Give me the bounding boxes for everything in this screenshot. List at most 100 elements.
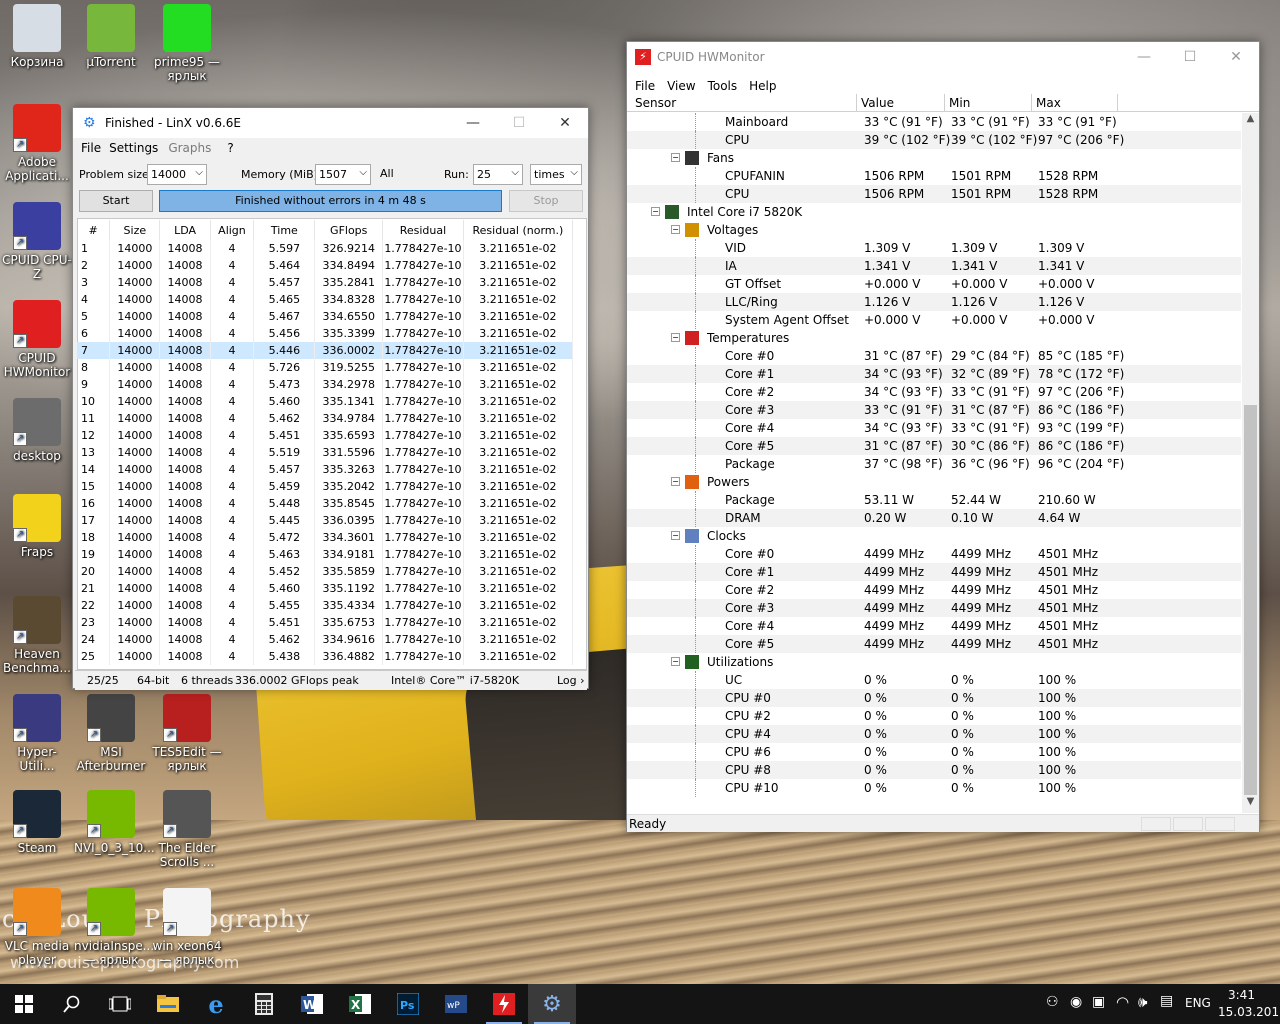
table-row[interactable]: 18 14000 14008 4 5.472 334.3601 1.778427e-10 3.… [77, 529, 574, 546]
excel-icon[interactable]: X [336, 984, 384, 1024]
close-button[interactable]: ✕ [1213, 42, 1259, 72]
sensor-row[interactable]: Core #5 4499 MHz 4499 MHz 4501 MHz [627, 635, 1241, 653]
run-unit-select[interactable]: times ⌵ [530, 164, 582, 185]
collapse-toggle-icon[interactable]: − [651, 207, 660, 216]
table-row[interactable]: 2 14000 14008 4 5.464 334.8494 1.778427e-10 3.2… [77, 257, 574, 274]
sensor-row[interactable]: CPU #0 0 % 0 % 100 % [627, 689, 1241, 707]
column-header[interactable]: # [77, 220, 111, 240]
desktop-icon-folder[interactable]: ↗ desktop [0, 398, 74, 463]
column-header[interactable]: Time [253, 220, 316, 240]
table-row[interactable]: 1 14000 14008 4 5.597 326.9214 1.778427e-10 3.2… [77, 240, 574, 257]
desktop-icon-utorrent[interactable]: µTorrent [74, 4, 148, 69]
menu-graphs[interactable]: Graphs [166, 141, 219, 155]
sensor-row[interactable]: Package 53.11 W 52.44 W 210.60 W [627, 491, 1241, 509]
table-row[interactable]: 13 14000 14008 4 5.519 331.5596 1.778427e-10 3.… [77, 444, 574, 461]
sensor-group[interactable]: − Fans [627, 149, 1241, 167]
menu-tools[interactable]: Tools [704, 79, 746, 93]
edge-icon[interactable]: e [192, 984, 240, 1024]
sensor-row[interactable]: CPU #2 0 % 0 % 100 % [627, 707, 1241, 725]
stop-button[interactable]: Stop [509, 190, 583, 212]
sensor-row[interactable]: Core #5 31 °C (87 °F) 30 °C (86 °F) 86 °C (… [627, 437, 1241, 455]
sensor-row[interactable]: CPUFANIN 1506 RPM 1501 RPM 1528 RPM [627, 167, 1241, 185]
column-header[interactable]: Align [210, 220, 255, 240]
wifi-icon[interactable]: ◠ [1116, 993, 1129, 1011]
table-row[interactable]: 20 14000 14008 4 5.452 335.5859 1.778427e-10 3.… [77, 563, 574, 580]
problem-size-select[interactable]: 14000 ⌵ [147, 164, 207, 185]
maximize-button[interactable]: ☐ [496, 108, 542, 138]
hwmonitor-window[interactable]: ⚡ CPUID HWMonitor — ☐ ✕ File View Tools … [626, 41, 1260, 832]
sensor-row[interactable]: CPU #8 0 % 0 % 100 % [627, 761, 1241, 779]
task-view-icon[interactable] [96, 984, 144, 1024]
sensor-row[interactable]: Core #0 31 °C (87 °F) 29 °C (84 °F) 85 °C (… [627, 347, 1241, 365]
sensor-row[interactable]: VID 1.309 V 1.309 V 1.309 V [627, 239, 1241, 257]
desktop-icon-recycle-bin[interactable]: Корзина [0, 4, 74, 69]
sensor-row[interactable]: GT Offset +0.000 V +0.000 V +0.000 V [627, 275, 1241, 293]
table-row[interactable]: 22 14000 14008 4 5.455 335.4334 1.778427e-10 3.… [77, 597, 574, 614]
sensor-row[interactable]: Mainboard 33 °C (91 °F) 33 °C (91 °F) 33 °C… [627, 113, 1241, 131]
sensor-row[interactable]: Core #2 4499 MHz 4499 MHz 4501 MHz [627, 581, 1241, 599]
photoshop-icon[interactable]: Ps [384, 984, 432, 1024]
desktop-icon-file[interactable]: ↗ win xeon64 — ярлык [150, 888, 224, 967]
collapse-toggle-icon[interactable]: − [671, 153, 680, 162]
sensor-row[interactable]: Core #4 34 °C (93 °F) 33 °C (91 °F) 93 °C (… [627, 419, 1241, 437]
sensor-row[interactable]: CPU #10 0 % 0 % 100 % [627, 779, 1241, 797]
col-sensor[interactable]: Sensor [631, 94, 857, 112]
sensor-row[interactable]: DRAM 0.20 W 0.10 W 4.64 W [627, 509, 1241, 527]
clock-time[interactable]: 3:41 [1228, 988, 1255, 1002]
column-header[interactable]: GFlops [314, 220, 384, 240]
word-icon[interactable]: W [288, 984, 336, 1024]
collapse-toggle-icon[interactable]: − [671, 477, 680, 486]
table-row[interactable]: 21 14000 14008 4 5.460 335.1192 1.778427e-10 3.… [77, 580, 574, 597]
language-indicator[interactable]: ENG [1185, 996, 1211, 1010]
sensor-row[interactable]: CPU #6 0 % 0 % 100 % [627, 743, 1241, 761]
calculator-icon[interactable] [240, 984, 288, 1024]
desktop-icon-nvidia[interactable]: ↗ NVI_0_3_10... [74, 790, 155, 855]
column-header[interactable]: Residual (norm.) [463, 220, 574, 240]
menu-file[interactable]: File [627, 79, 663, 93]
table-row[interactable]: 23 14000 14008 4 5.451 335.6753 1.778427e-10 3.… [77, 614, 574, 631]
table-row[interactable]: 14 14000 14008 4 5.457 335.3263 1.778427e-10 3.… [77, 461, 574, 478]
search-icon[interactable] [48, 984, 96, 1024]
desktop-icon-nvidia-inspector[interactable]: ↗ nvidiaInspe... — ярлык [74, 888, 154, 967]
table-row[interactable]: 9 14000 14008 4 5.473 334.2978 1.778427e-10 3.2… [77, 376, 574, 393]
desktop-icon-vlc[interactable]: ↗ VLC media player [0, 888, 74, 967]
table-row[interactable]: 11 14000 14008 4 5.462 334.9784 1.778427e-10 3.… [77, 410, 574, 427]
sensor-group[interactable]: − Temperatures [627, 329, 1241, 347]
sensor-row[interactable]: CPU 39 °C (102 °F) 39 °C (102 °F) 97 °C (20… [627, 131, 1241, 149]
menu-file[interactable]: File [73, 141, 109, 155]
menu-help[interactable]: Help [745, 79, 784, 93]
sensor-group[interactable]: − Voltages [627, 221, 1241, 239]
hwmonitor-icon[interactable] [480, 984, 528, 1024]
start-button[interactable]: Start [79, 190, 153, 212]
run-count-select[interactable]: 25 ⌵ [473, 164, 523, 185]
collapse-toggle-icon[interactable]: − [671, 225, 680, 234]
table-row[interactable]: 25 14000 14008 4 5.438 336.4882 1.778427e-10 3.… [77, 648, 574, 665]
minimize-button[interactable]: — [450, 108, 496, 138]
maximize-button[interactable]: ☐ [1167, 42, 1213, 72]
collapse-toggle-icon[interactable]: − [671, 531, 680, 540]
all-button[interactable]: All [380, 167, 394, 180]
menu-view[interactable]: View [663, 79, 703, 93]
device-node[interactable]: − Intel Core i7 5820K [627, 203, 1241, 221]
desktop-icon-heaven[interactable]: ↗ Heaven Benchma... [0, 596, 74, 675]
hwmonitor-titlebar[interactable]: ⚡ CPUID HWMonitor — ☐ ✕ [627, 42, 1259, 72]
wprime-icon[interactable]: wP [432, 984, 480, 1024]
network-icon[interactable]: ⚇ [1046, 994, 1059, 1010]
desktop-icon-cpuz[interactable]: ↗ CPUID CPU-Z [0, 202, 74, 281]
desktop-icon-prime95[interactable]: prime95 — ярлык [150, 4, 224, 83]
table-row[interactable]: 6 14000 14008 4 5.456 335.3399 1.778427e-10 3.2… [77, 325, 574, 342]
tray-app-icon[interactable]: ◉ [1070, 994, 1082, 1010]
sensor-tree[interactable]: Mainboard 33 °C (91 °F) 33 °C (91 °F) 33 °C… [627, 113, 1241, 813]
table-row[interactable]: 24 14000 14008 4 5.462 334.9616 1.778427e-10 3.… [77, 631, 574, 648]
table-row[interactable]: 3 14000 14008 4 5.457 335.2841 1.778427e-10 3.2… [77, 274, 574, 291]
sensor-row[interactable]: Core #1 34 °C (93 °F) 32 °C (89 °F) 78 °C (… [627, 365, 1241, 383]
sensor-group[interactable]: − Utilizations [627, 653, 1241, 671]
linx-window[interactable]: ⚙ Finished - LinX v0.6.6E — ☐ ✕ File Set… [72, 107, 589, 690]
table-row[interactable]: 15 14000 14008 4 5.459 335.2042 1.778427e-10 3.… [77, 478, 574, 495]
column-header[interactable]: LDA [159, 220, 211, 240]
sensor-row[interactable]: Core #3 33 °C (91 °F) 31 °C (87 °F) 86 °C (… [627, 401, 1241, 419]
col-min[interactable]: Min [945, 94, 1032, 112]
sensor-row[interactable]: Core #1 4499 MHz 4499 MHz 4501 MHz [627, 563, 1241, 581]
desktop-icon-tes5edit[interactable]: ↗ TES5Edit — ярлык [150, 694, 224, 773]
sensor-group[interactable]: − Clocks [627, 527, 1241, 545]
